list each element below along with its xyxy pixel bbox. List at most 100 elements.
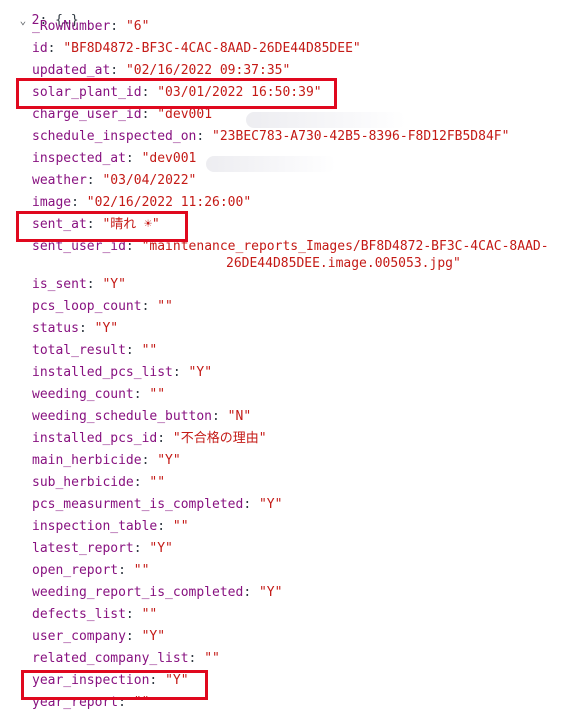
property-row[interactable]: inspected_at: "dev001 bbox=[32, 150, 196, 168]
property-value[interactable]: "03/01/2022 16:50:39" bbox=[157, 85, 321, 100]
key-separator: : bbox=[157, 519, 173, 534]
key-separator: : bbox=[86, 217, 103, 232]
property-row[interactable]: weeding_count: "" bbox=[32, 386, 165, 404]
key-separator: : bbox=[133, 475, 150, 490]
property-value[interactable]: "23BEC783-A730-42B5-8396-F8D12FB5D84F" bbox=[212, 129, 509, 144]
property-row[interactable]: _RowNumber: "6" bbox=[32, 18, 149, 36]
property-value[interactable]: "BF8D4872-BF3C-4CAC-8AAD-26DE44D85DEE" bbox=[63, 41, 360, 56]
property-key: id bbox=[32, 41, 48, 56]
property-value[interactable]: "" bbox=[134, 563, 150, 578]
key-separator: : bbox=[243, 497, 259, 512]
property-value[interactable]: "不合格の理由" bbox=[173, 431, 267, 446]
property-value[interactable]: "" bbox=[204, 651, 220, 666]
property-key: user_company bbox=[32, 629, 126, 644]
property-key: installed_pcs_id bbox=[32, 431, 158, 446]
property-value-continuation[interactable]: 26DE44D85DEE.image.005053.jpg" bbox=[226, 255, 461, 273]
property-value[interactable]: "" bbox=[134, 695, 150, 710]
property-row[interactable]: schedule_inspected_on: "23BEC783-A730-42… bbox=[32, 128, 509, 146]
property-value[interactable]: "" bbox=[149, 387, 165, 402]
property-value[interactable]: "" bbox=[157, 299, 173, 314]
property-row[interactable]: charge_user_id: "dev001 bbox=[32, 106, 212, 124]
property-value[interactable]: "dev001 bbox=[157, 107, 212, 122]
property-row[interactable]: id: "BF8D4872-BF3C-4CAC-8AAD-26DE44D85DE… bbox=[32, 40, 361, 58]
property-row[interactable]: total_result: "" bbox=[32, 342, 157, 360]
property-key: total_result bbox=[32, 343, 126, 358]
property-value[interactable]: "" bbox=[142, 343, 158, 358]
property-row[interactable]: updated_at: "02/16/2022 09:37:35" bbox=[32, 62, 290, 80]
property-row[interactable]: year_report: "" bbox=[32, 694, 149, 712]
property-row[interactable]: pcs_loop_count: "" bbox=[32, 298, 173, 316]
property-row[interactable]: user_company: "Y" bbox=[32, 628, 165, 646]
property-key: main_herbicide bbox=[32, 453, 142, 468]
property-value[interactable]: "03/04/2022" bbox=[102, 173, 196, 188]
property-value[interactable]: "6" bbox=[126, 19, 149, 34]
property-value[interactable]: "N" bbox=[228, 409, 251, 424]
property-row[interactable]: installed_pcs_list: "Y" bbox=[32, 364, 212, 382]
property-row[interactable]: solar_plant_id: "03/01/2022 16:50:39" bbox=[32, 84, 322, 102]
property-key: solar_plant_id bbox=[32, 85, 142, 100]
property-value[interactable]: "02/16/2022 09:37:35" bbox=[126, 63, 290, 78]
key-separator: : bbox=[125, 607, 142, 622]
property-row[interactable]: status: "Y" bbox=[32, 320, 118, 338]
property-key: defects_list bbox=[32, 607, 126, 622]
property-row[interactable]: installed_pcs_id: "不合格の理由" bbox=[32, 430, 267, 448]
property-value[interactable]: "maintenance_reports_Images/BF8D4872-BF3… bbox=[142, 239, 549, 254]
property-value[interactable]: "Y" bbox=[189, 365, 212, 380]
property-value[interactable]: "晴れ ☀" bbox=[102, 217, 159, 232]
property-row[interactable]: sent_at: "晴れ ☀" bbox=[32, 216, 160, 234]
property-row[interactable]: weeding_report_is_completed: "Y" bbox=[32, 584, 282, 602]
key-separator: : bbox=[71, 195, 87, 210]
property-row[interactable]: year_inspection: "Y" bbox=[32, 672, 189, 690]
property-key: updated_at bbox=[32, 63, 111, 78]
property-row[interactable]: main_herbicide: "Y" bbox=[32, 452, 181, 470]
property-row[interactable]: latest_report: "Y" bbox=[32, 540, 173, 558]
property-key: status bbox=[32, 321, 79, 336]
property-value[interactable]: "" bbox=[149, 475, 165, 490]
property-row[interactable]: related_company_list: "" bbox=[32, 650, 220, 668]
redaction-blur bbox=[206, 156, 336, 172]
property-row[interactable]: is_sent: "Y" bbox=[32, 276, 126, 294]
property-key: inspected_at bbox=[32, 151, 126, 166]
key-separator: : bbox=[86, 277, 103, 292]
property-row[interactable]: sent_user_id: "maintenance_reports_Image… bbox=[32, 238, 549, 256]
property-list: _RowNumber: "6" id: "BF8D4872-BF3C-4CAC-8… bbox=[0, 0, 570, 716]
key-separator: : bbox=[47, 41, 64, 56]
key-separator: : bbox=[125, 151, 142, 166]
property-row[interactable]: weeding_schedule_button: "N" bbox=[32, 408, 251, 426]
key-separator: : bbox=[133, 387, 150, 402]
key-separator: : bbox=[196, 129, 213, 144]
property-row[interactable]: image: "02/16/2022 11:26:00" bbox=[32, 194, 251, 212]
property-value[interactable]: "Y" bbox=[142, 629, 165, 644]
property-row[interactable]: open_report: "" bbox=[32, 562, 149, 580]
property-value[interactable]: "" bbox=[173, 519, 189, 534]
property-value[interactable]: "Y" bbox=[259, 585, 282, 600]
key-separator: : bbox=[110, 63, 126, 78]
property-value[interactable]: "Y" bbox=[165, 673, 188, 688]
property-value[interactable]: "dev001 bbox=[142, 151, 197, 166]
property-key: sent_at bbox=[32, 217, 87, 232]
property-row[interactable]: sub_herbicide: "" bbox=[32, 474, 165, 492]
property-key: sent_user_id bbox=[32, 239, 126, 254]
key-separator: : bbox=[118, 563, 134, 578]
property-value[interactable]: "Y" bbox=[149, 541, 172, 556]
property-row[interactable]: weather: "03/04/2022" bbox=[32, 172, 196, 190]
key-separator: : bbox=[118, 695, 134, 710]
property-row[interactable]: defects_list: "" bbox=[32, 606, 157, 624]
property-row[interactable]: inspection_table: "" bbox=[32, 518, 189, 536]
property-key: pcs_loop_count bbox=[32, 299, 142, 314]
property-key: year_report bbox=[32, 695, 119, 710]
property-key: latest_report bbox=[32, 541, 134, 556]
property-value[interactable]: "Y" bbox=[157, 453, 180, 468]
property-key: is_sent bbox=[32, 277, 87, 292]
key-separator: : bbox=[188, 651, 205, 666]
property-value[interactable]: "" bbox=[142, 607, 158, 622]
property-value[interactable]: "Y" bbox=[102, 277, 125, 292]
property-value[interactable]: "02/16/2022 11:26:00" bbox=[87, 195, 251, 210]
property-key: related_company_list bbox=[32, 651, 189, 666]
property-key: weeding_report_is_completed bbox=[32, 585, 244, 600]
property-value[interactable]: "Y" bbox=[95, 321, 118, 336]
property-key: pcs_measurment_is_completed bbox=[32, 497, 244, 512]
property-row[interactable]: pcs_measurment_is_completed: "Y" bbox=[32, 496, 282, 514]
property-value[interactable]: "Y" bbox=[259, 497, 282, 512]
property-key: weeding_count bbox=[32, 387, 134, 402]
